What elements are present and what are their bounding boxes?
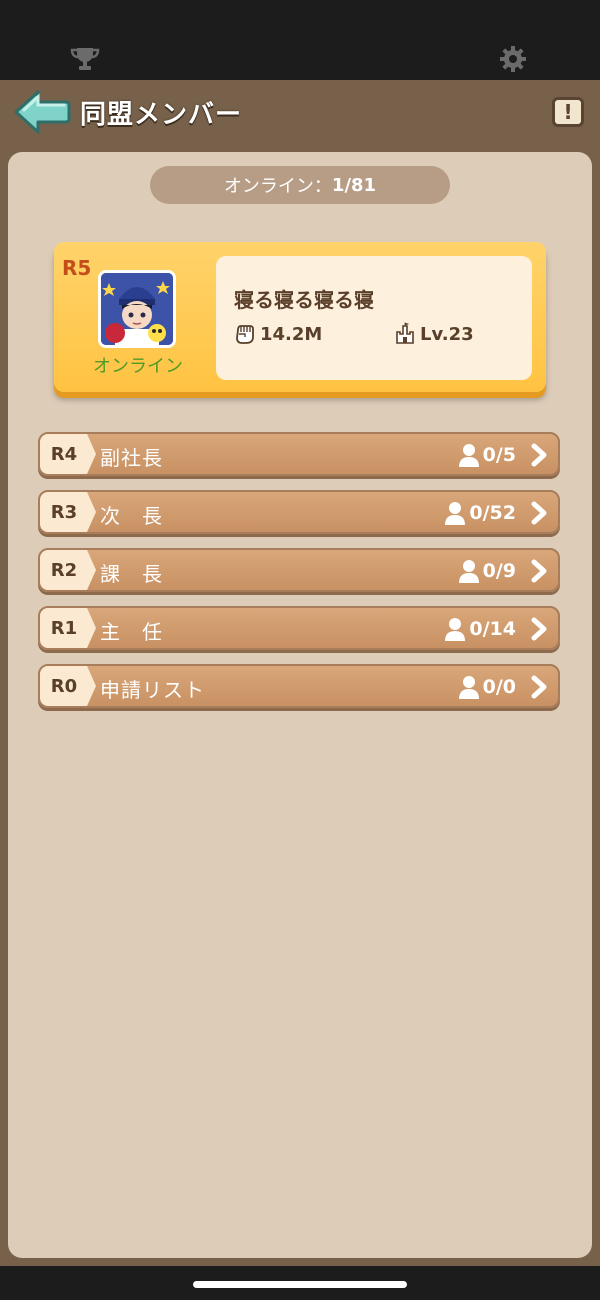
rank-count-value: 0/5 [482, 444, 516, 466]
rank-count-value: 0/0 [482, 676, 516, 698]
rank-tag: R1 [40, 608, 96, 648]
rank-label: 次 長 [100, 504, 163, 528]
rank-row-r3[interactable]: R3 次 長 0/52 [38, 490, 560, 534]
rank-count: 0/5 [457, 442, 516, 468]
trophy-icon[interactable] [70, 44, 100, 74]
rank-label: 申請リスト [100, 678, 205, 702]
chevron-right-icon [531, 443, 547, 467]
back-button[interactable] [12, 86, 72, 138]
home-bar [0, 1266, 600, 1300]
page-title: 同盟メンバー [80, 100, 243, 130]
rank-row-r0[interactable]: R0 申請リスト 0/0 [38, 664, 560, 708]
rank-count: 0/14 [443, 616, 516, 642]
person-icon [458, 676, 479, 699]
rank-count: 0/0 [457, 674, 516, 700]
home-indicator[interactable] [193, 1281, 407, 1288]
screen-container: 同盟メンバー ! オンライン： 1/81 R5 オンライン 寝る寝る寝る寝 14… [0, 80, 600, 1266]
leader-rank-badge: R5 [62, 256, 92, 280]
top-bar [0, 0, 600, 80]
rank-row-r4[interactable]: R4 副社長 0/5 [38, 432, 560, 476]
castle-icon [396, 322, 414, 344]
person-icon [458, 560, 479, 583]
online-label: オンライン： [223, 176, 332, 197]
members-panel: オンライン： 1/81 R5 オンライン 寝る寝る寝る寝 14.2M Lv.23… [8, 152, 592, 1258]
leader-level-value: Lv.23 [420, 323, 474, 345]
leader-power-value: 14.2M [260, 323, 323, 345]
rank-tag: R0 [40, 666, 96, 706]
person-icon [445, 502, 466, 525]
rank-tag: R2 [40, 550, 96, 590]
rank-count: 0/9 [457, 558, 516, 584]
person-icon [458, 444, 479, 467]
exclamation-icon: ! [563, 100, 573, 124]
rank-label: 主 任 [100, 620, 163, 644]
rank-row-r2[interactable]: R2 課 長 0/9 [38, 548, 560, 592]
rank-count: 0/52 [443, 500, 516, 526]
person-icon [445, 618, 466, 641]
online-count: 1/81 [331, 174, 377, 196]
rank-row-r1[interactable]: R1 主 任 0/14 [38, 606, 560, 650]
rank-label: 副社長 [100, 446, 163, 470]
chevron-right-icon [531, 559, 547, 583]
info-button[interactable]: ! [552, 97, 584, 127]
chevron-right-icon [531, 675, 547, 699]
leader-name: 寝る寝る寝る寝 [234, 288, 374, 312]
rank-count-value: 0/14 [469, 618, 516, 640]
rank-count-value: 0/52 [469, 502, 516, 524]
chevron-right-icon [531, 617, 547, 641]
leader-level: Lv.23 [394, 322, 474, 346]
avatar[interactable] [98, 270, 176, 348]
leader-power: 14.2M [234, 322, 322, 346]
rank-count-value: 0/9 [482, 560, 516, 582]
fist-icon [236, 325, 254, 344]
rank-tag: R3 [40, 492, 96, 532]
rank-label: 課 長 [100, 562, 163, 586]
leader-card[interactable]: R5 オンライン 寝る寝る寝る寝 14.2M Lv.23 [54, 242, 546, 392]
gear-icon[interactable] [498, 44, 528, 74]
online-count-pill: オンライン： 1/81 [150, 166, 450, 204]
rank-tag: R4 [40, 434, 96, 474]
chevron-right-icon [531, 501, 547, 525]
leader-online-status: オンライン [93, 356, 183, 377]
back-arrow-icon [14, 90, 71, 134]
leader-info-card: 寝る寝る寝る寝 14.2M Lv.23 [216, 256, 532, 380]
